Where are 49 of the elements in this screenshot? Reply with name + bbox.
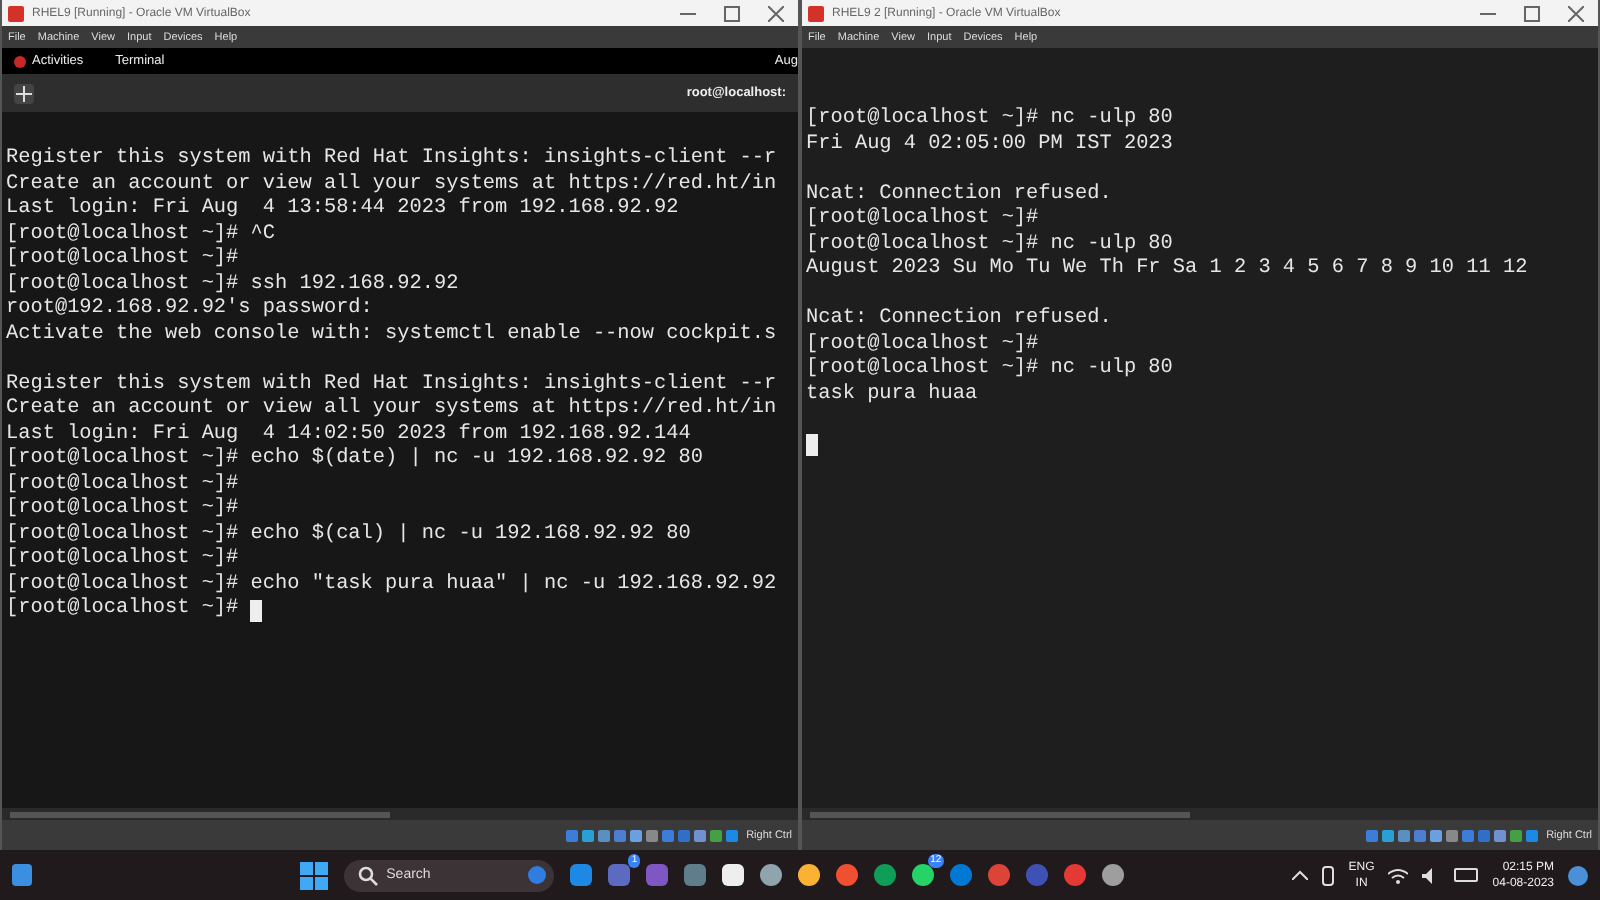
- terminal-line: [root@localhost ~]#: [6, 598, 241, 623]
- terminal-line: [root@localhost ~]#: [6, 498, 239, 523]
- terminal-line: [root@localhost ~]# ^C: [6, 223, 275, 247]
- terminal-line: [root@localhost ~]# echo $(cal) | nc -u 192.168.92.92 80: [6, 523, 691, 547]
- search-icon: [358, 865, 379, 885]
- terminal-line: [root@localhost ~]#: [806, 333, 1039, 357]
- terminal-line: Register this system with Red Hat Insights: insights-client --r: [6, 373, 777, 397]
- app-icon[interactable]: [912, 864, 935, 886]
- close-icon[interactable]: [1568, 5, 1584, 21]
- terminal-line: [root@localhost ~]#: [6, 548, 239, 573]
- terminal-line: [root@localhost ~]#: [6, 473, 239, 497]
- horizontal-scrollbar[interactable]: [802, 808, 1598, 820]
- start-icon[interactable]: [300, 861, 329, 889]
- battery-icon[interactable]: [1454, 868, 1479, 882]
- wifi-icon[interactable]: [1388, 867, 1409, 883]
- app-icon: [808, 5, 824, 21]
- app-icon[interactable]: [1102, 864, 1125, 886]
- terminal-line: [root@localhost ~]# echo $(date) | nc -u 192.168.92.92 80: [6, 448, 703, 473]
- terminal-line: Fri Aug 4 02:05:00 PM IST 2023: [806, 133, 1173, 158]
- terminal-line: Create an account or view all your systems at https://red.ht/in: [6, 173, 777, 197]
- terminal-line: Register this system with Red Hat Insights: insights-client --r: [6, 148, 777, 173]
- terminal-line: [root@localhost ~]# echo "task pura huaa" | nc -u 192.168.92.92: [6, 573, 777, 597]
- terminal-line: [root@localhost ~]# nc -ulp 80: [806, 358, 1173, 383]
- terminal-line: [root@localhost ~]#: [806, 208, 1039, 233]
- chevron-icon[interactable]: [1292, 870, 1309, 880]
- terminal-line: [root@localhost ~]#: [6, 248, 239, 273]
- terminal-line: Ncat: Connection refused.: [806, 183, 1112, 207]
- maximize-icon[interactable]: [724, 5, 740, 21]
- terminal-line: Create an account or view all your systems at https://red.ht/in: [6, 398, 777, 423]
- terminal-line: [root@localhost ~]# ssh 192.168.92.92: [6, 273, 459, 297]
- terminal-line: Activate the web console with: systemctl enable --now cockpit.s: [6, 323, 777, 348]
- terminal-line: root@192.168.92.92's password:: [6, 298, 373, 323]
- terminal-line: Ncat: Connection refused.: [806, 308, 1112, 333]
- new-tab-button[interactable]: [14, 83, 34, 103]
- close-icon[interactable]: [768, 5, 784, 21]
- terminal-line: task pura huaa: [806, 383, 978, 408]
- terminal-line: Last login: Fri Aug 4 14:02:50 2023 from 192.168.92.144: [6, 423, 691, 447]
- maximize-icon[interactable]: [1524, 5, 1540, 21]
- app-icon[interactable]: [722, 864, 745, 886]
- app-icon[interactable]: [798, 864, 821, 886]
- terminal-line: [root@localhost ~]# nc -ulp 80: [806, 108, 1173, 133]
- horizontal-scrollbar[interactable]: [2, 808, 798, 820]
- terminal-line: Last login: Fri Aug 4 13:58:44 2023 from 192.168.92.92: [6, 198, 679, 223]
- widgets-icon[interactable]: [12, 864, 32, 886]
- app-icon: [8, 5, 24, 21]
- terminal-line: August 2023 Su Mo Tu We Th Fr Sa 1 2 3 4 5 6 7 8 9 10 11 12: [806, 258, 1528, 283]
- terminal-line: [root@localhost ~]# nc -ulp 80: [806, 233, 1173, 257]
- terminal[interactable]: [2, 112, 798, 808]
- app-icon[interactable]: [760, 864, 783, 886]
